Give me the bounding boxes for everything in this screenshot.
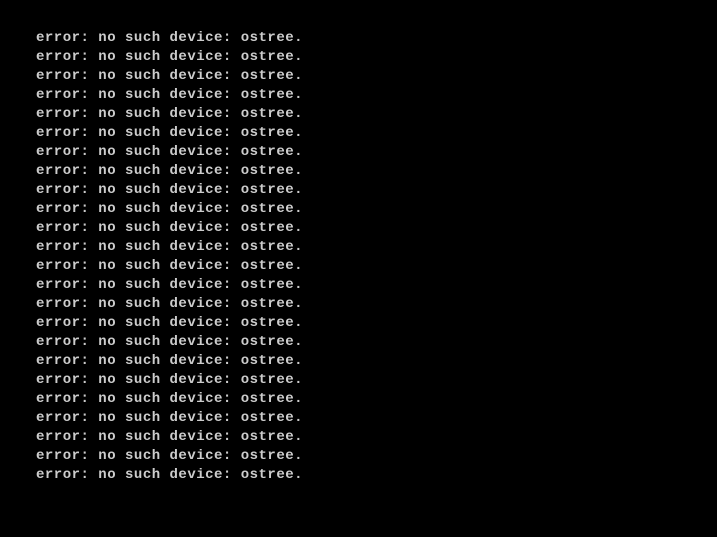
- terminal-line: error: no such device: ostree.: [36, 352, 717, 371]
- terminal-line: error: no such device: ostree.: [36, 29, 717, 48]
- terminal-line: error: no such device: ostree.: [36, 295, 717, 314]
- terminal-line: error: no such device: ostree.: [36, 466, 717, 485]
- terminal-line: error: no such device: ostree.: [36, 181, 717, 200]
- terminal-line: error: no such device: ostree.: [36, 219, 717, 238]
- terminal-line: error: no such device: ostree.: [36, 409, 717, 428]
- terminal-output: error: no such device: ostree.error: no …: [36, 29, 717, 485]
- terminal-line: error: no such device: ostree.: [36, 257, 717, 276]
- terminal-line: error: no such device: ostree.: [36, 333, 717, 352]
- terminal-line: error: no such device: ostree.: [36, 48, 717, 67]
- terminal-line: error: no such device: ostree.: [36, 314, 717, 333]
- terminal-line: error: no such device: ostree.: [36, 390, 717, 409]
- terminal-line: error: no such device: ostree.: [36, 67, 717, 86]
- terminal-line: error: no such device: ostree.: [36, 143, 717, 162]
- terminal-line: error: no such device: ostree.: [36, 86, 717, 105]
- terminal-line: error: no such device: ostree.: [36, 447, 717, 466]
- terminal-line: error: no such device: ostree.: [36, 105, 717, 124]
- terminal-line: error: no such device: ostree.: [36, 200, 717, 219]
- terminal-line: error: no such device: ostree.: [36, 238, 717, 257]
- terminal-line: error: no such device: ostree.: [36, 162, 717, 181]
- terminal-line: error: no such device: ostree.: [36, 428, 717, 447]
- terminal-line: error: no such device: ostree.: [36, 124, 717, 143]
- terminal-line: error: no such device: ostree.: [36, 276, 717, 295]
- terminal-line: error: no such device: ostree.: [36, 371, 717, 390]
